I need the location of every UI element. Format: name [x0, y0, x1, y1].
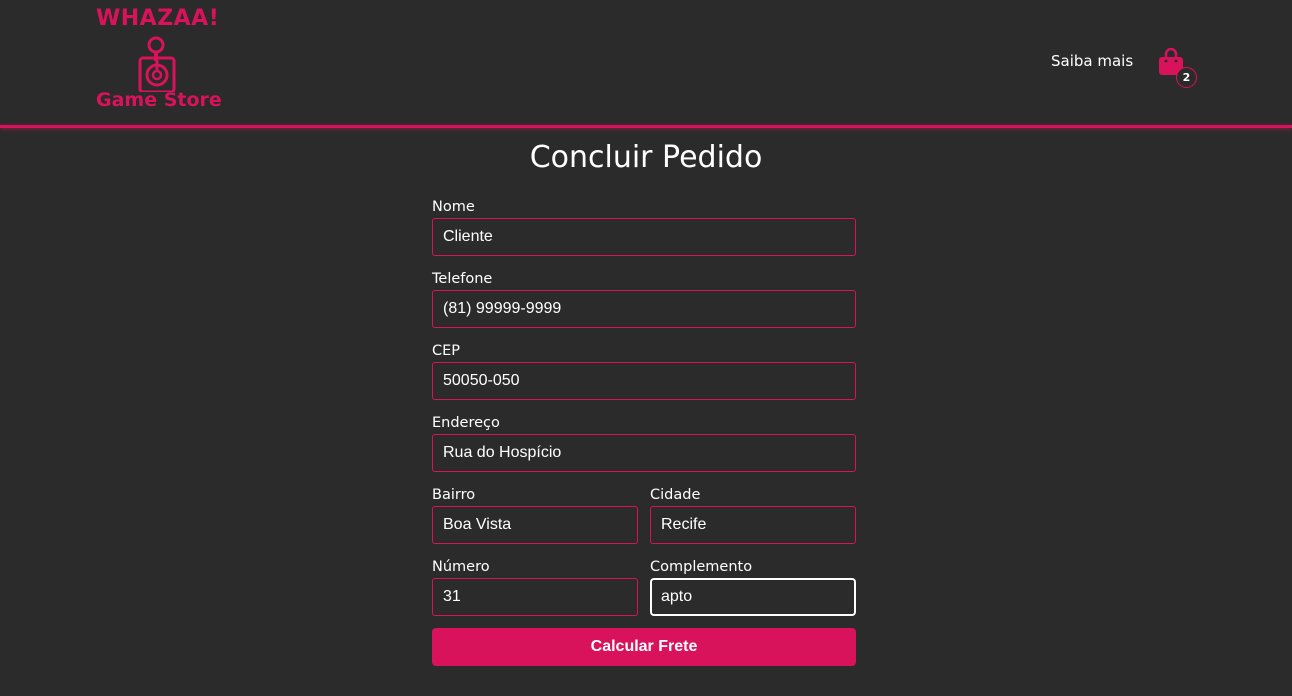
telefone-input[interactable]	[432, 290, 856, 328]
cart-count-badge: 2	[1176, 67, 1197, 88]
endereco-field: Endereço	[432, 413, 856, 472]
telefone-label: Telefone	[432, 271, 493, 287]
logo-subtitle: Game Store	[96, 89, 222, 111]
store-logo[interactable]: WHAZAA! Game Store	[96, 6, 224, 114]
telefone-field: Telefone	[432, 269, 856, 328]
cep-field: CEP	[432, 341, 856, 400]
cep-label: CEP	[432, 343, 461, 359]
numero-label: Número	[432, 559, 490, 575]
numero-field: Número	[432, 557, 638, 616]
nome-input[interactable]	[432, 218, 856, 256]
nome-label: Nome	[432, 199, 475, 215]
saiba-mais-link[interactable]: Saiba mais	[1051, 52, 1133, 70]
logo-title: WHAZAA!	[96, 6, 220, 31]
site-header: WHAZAA! Game Store Saiba mais 2	[0, 0, 1292, 125]
joystick-icon	[138, 36, 176, 92]
cidade-input[interactable]	[650, 506, 856, 544]
calcular-frete-button[interactable]: Calcular Frete	[432, 628, 856, 666]
cidade-label: Cidade	[650, 487, 701, 503]
nome-field: Nome	[432, 197, 856, 256]
page-title: Concluir Pedido	[529, 140, 763, 175]
cep-input[interactable]	[432, 362, 856, 400]
numero-input[interactable]	[432, 578, 638, 616]
endereco-label: Endereço	[432, 415, 500, 431]
bairro-input[interactable]	[432, 506, 638, 544]
header-divider	[0, 125, 1292, 128]
complemento-field: Complemento	[650, 557, 856, 616]
cart-button[interactable]: 2	[1158, 48, 1200, 88]
complemento-label: Complemento	[650, 559, 753, 575]
bairro-label: Bairro	[432, 487, 476, 503]
bairro-field: Bairro	[432, 485, 638, 544]
complemento-input[interactable]	[650, 578, 856, 616]
cidade-field: Cidade	[650, 485, 856, 544]
endereco-input[interactable]	[432, 434, 856, 472]
